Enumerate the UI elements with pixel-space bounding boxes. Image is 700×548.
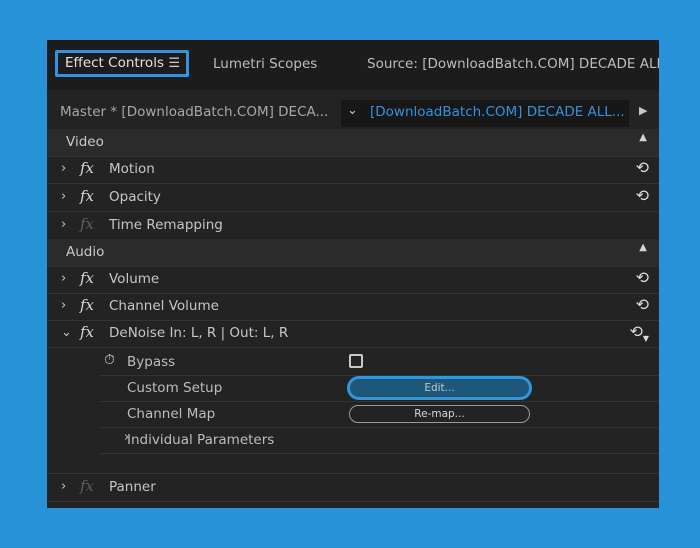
param-row-custom-setup: Custom Setup Edit... <box>100 375 659 402</box>
effect-label: Motion <box>109 161 155 177</box>
chevron-right-icon[interactable]: › <box>61 161 66 176</box>
effect-row-denoise[interactable]: ⌄ fx DeNoise In: L, R | Out: L, R ⟲▼ <box>47 320 659 348</box>
bypass-checkbox[interactable] <box>349 354 363 368</box>
audio-section-header: Audio ▲ <box>47 239 659 267</box>
effect-row-time-remapping[interactable]: › fx Time Remapping <box>47 212 659 240</box>
play-triangle-icon[interactable]: ▶ <box>639 104 647 117</box>
hamburger-menu-icon[interactable]: ☰ <box>168 53 180 74</box>
chevron-down-icon[interactable]: ⌄ <box>61 325 72 340</box>
chevron-down-icon: ⌄ <box>347 103 358 118</box>
video-section-label: Video <box>66 134 104 150</box>
param-row-bypass: ⏱ Bypass <box>100 349 659 376</box>
effect-label: DeNoise In: L, R | Out: L, R <box>109 325 289 341</box>
reset-icon[interactable]: ⟲ <box>636 268 649 287</box>
sequence-dropdown[interactable]: ⌄ [DownloadBatch.COM] DECADE ALL... <box>341 100 629 127</box>
reset-icon[interactable]: ⟲▼ <box>629 322 649 343</box>
fx-icon: fx <box>80 477 95 495</box>
remap-button[interactable]: Re-map... <box>349 405 530 423</box>
fx-icon: fx <box>80 215 95 233</box>
effect-row-channel-volume[interactable]: › fx Channel Volume ⟲ <box>47 293 659 321</box>
reset-icon[interactable]: ⟲ <box>636 295 649 314</box>
collapse-up-icon[interactable]: ▲ <box>639 242 647 253</box>
chevron-right-icon[interactable]: › <box>61 298 66 313</box>
param-row-channel-map: Channel Map Re-map... <box>100 401 659 428</box>
effect-row-panner[interactable]: › fx Panner <box>47 473 659 502</box>
tab-effect-controls[interactable]: Effect Controls ☰ <box>55 50 189 77</box>
effect-label: Channel Volume <box>109 298 219 314</box>
chevron-right-icon[interactable]: › <box>61 189 66 204</box>
fx-icon[interactable]: fx <box>80 187 94 205</box>
collapse-up-icon[interactable]: ▲ <box>639 132 647 143</box>
master-clip-label[interactable]: Master * [DownloadBatch.COM] DECA... <box>60 104 328 120</box>
effect-label: Panner <box>109 479 156 495</box>
param-label: Channel Map <box>127 406 216 422</box>
param-label: Custom Setup <box>127 380 223 396</box>
effect-label: Volume <box>109 271 160 287</box>
sequence-name: [DownloadBatch.COM] DECADE ALL... <box>370 104 625 120</box>
chevron-right-icon[interactable]: › <box>61 479 66 494</box>
sequence-bar: Master * [DownloadBatch.COM] DECA... ⌄ [… <box>47 100 659 127</box>
tab-lumetri-scopes[interactable]: Lumetri Scopes <box>213 53 317 75</box>
fx-icon[interactable]: fx <box>80 323 94 341</box>
effect-label: Time Remapping <box>109 217 223 233</box>
effect-label: Opacity <box>109 189 161 205</box>
reset-icon[interactable]: ⟲ <box>636 186 649 205</box>
effect-row-motion[interactable]: › fx Motion ⟲ <box>47 156 659 184</box>
param-row-individual-parameters[interactable]: › Individual Parameters <box>100 427 659 454</box>
fx-icon[interactable]: fx <box>80 269 94 287</box>
tab-source[interactable]: Source: [DownloadBatch.COM] DECADE ALL <box>367 53 659 75</box>
chevron-right-icon[interactable]: › <box>61 217 66 232</box>
effect-controls-panel: Effect Controls ☰ Lumetri Scopes Source:… <box>47 40 659 508</box>
stopwatch-icon[interactable]: ⏱ <box>104 352 115 368</box>
param-label: Bypass <box>127 354 176 370</box>
fx-icon[interactable]: fx <box>80 296 94 314</box>
tab-label: Effect Controls <box>65 55 164 71</box>
video-section-header: Video ▲ <box>47 129 659 157</box>
param-label: Individual Parameters <box>127 432 275 448</box>
panel-tab-bar: Effect Controls ☰ Lumetri Scopes Source:… <box>47 40 659 90</box>
fx-icon[interactable]: fx <box>80 159 94 177</box>
audio-section-label: Audio <box>66 244 105 260</box>
edit-button[interactable]: Edit... <box>347 376 532 400</box>
effect-row-opacity[interactable]: › fx Opacity ⟲ <box>47 184 659 212</box>
reset-icon[interactable]: ⟲ <box>636 158 649 177</box>
chevron-right-icon[interactable]: › <box>61 271 66 286</box>
effect-row-volume[interactable]: › fx Volume ⟲ <box>47 266 659 294</box>
